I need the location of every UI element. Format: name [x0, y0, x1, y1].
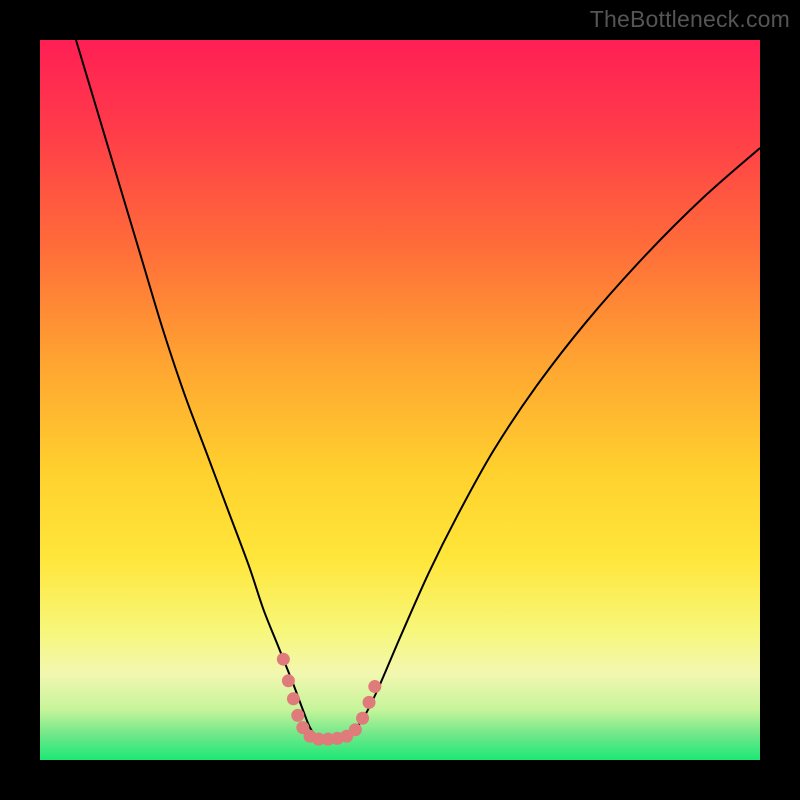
highlight-dot: [368, 680, 381, 693]
highlight-dot: [291, 709, 304, 722]
highlight-dot: [356, 712, 369, 725]
watermark-text: TheBottleneck.com: [590, 6, 790, 33]
highlight-dot: [349, 723, 362, 736]
chart-svg: [40, 40, 760, 760]
highlight-dot: [363, 696, 376, 709]
chart-frame: TheBottleneck.com: [0, 0, 800, 800]
highlight-dot: [277, 653, 290, 666]
gradient-background: [40, 40, 760, 760]
plot-area: [40, 40, 760, 760]
highlight-dot: [287, 692, 300, 705]
highlight-dot: [282, 674, 295, 687]
